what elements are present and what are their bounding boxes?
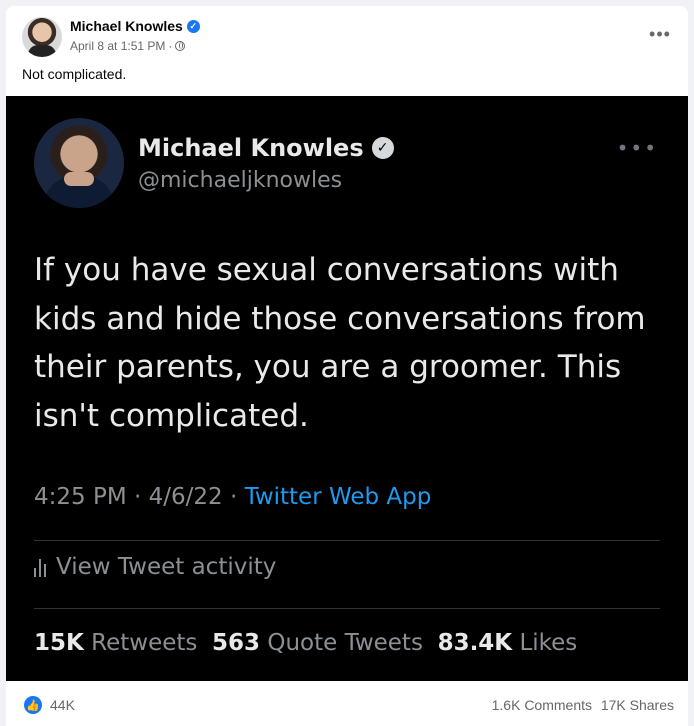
- comments-count[interactable]: 1.6K Comments: [492, 697, 592, 713]
- more-options-button[interactable]: •••: [648, 24, 672, 48]
- tweet-activity-label: View Tweet activity: [56, 554, 277, 580]
- author-avatar[interactable]: [22, 17, 62, 57]
- like-reaction-icon[interactable]: 👍: [24, 696, 42, 714]
- author-name[interactable]: Michael Knowles: [70, 18, 183, 34]
- likes-label: Likes: [519, 630, 578, 656]
- quotes-count: 563: [212, 630, 261, 656]
- post-timestamp[interactable]: April 8 at 1:51 PM: [70, 39, 165, 53]
- post-caption: Not complicated.: [22, 66, 127, 82]
- post-footer: 👍 44K 1.6K Comments 17K Shares: [6, 688, 688, 726]
- tweet-author-name: Michael Knowles: [138, 134, 364, 162]
- tweet-name-row: Michael Knowles ✓: [138, 134, 394, 162]
- shares-count[interactable]: 17K Shares: [601, 697, 674, 713]
- quotes-label: Quote Tweets: [267, 630, 423, 656]
- divider: [34, 540, 660, 541]
- post-header: Michael Knowles ✓ April 8 at 1:51 PM · •…: [6, 6, 688, 66]
- meta-separator: ·: [168, 39, 173, 53]
- tweet-source: Twitter Web App: [244, 484, 432, 510]
- retweets-label: Retweets: [91, 630, 198, 656]
- retweets-count: 15K: [34, 630, 84, 656]
- tweet-time-row: 4:25 PM · 4/6/22 · Twitter Web App: [34, 484, 431, 510]
- tweet-more-icon: •••: [616, 136, 658, 160]
- tweet-verified-icon: ✓: [371, 137, 394, 159]
- activity-bars-icon: [34, 557, 46, 577]
- author-name-row: Michael Knowles ✓: [70, 18, 200, 34]
- tweet-screenshot-image[interactable]: Michael Knowles ✓ @michaeljknowles ••• I…: [6, 96, 688, 681]
- globe-icon: [175, 41, 186, 51]
- tweet-handle: @michaeljknowles: [138, 168, 343, 193]
- verified-icon: ✓: [186, 19, 200, 33]
- tweet-activity-row: View Tweet activity: [34, 554, 276, 580]
- facebook-post: Michael Knowles ✓ April 8 at 1:51 PM · •…: [6, 6, 688, 726]
- likes-count: 83.4K: [437, 630, 513, 656]
- tweet-text: If you have sexual conversations with ki…: [34, 252, 646, 434]
- tweet-stats: 15K Retweets 563 Quote Tweets 83.4K Like…: [34, 630, 577, 656]
- tweet-avatar: [34, 118, 124, 208]
- post-meta: April 8 at 1:51 PM ·: [70, 39, 186, 53]
- reaction-count[interactable]: 44K: [50, 697, 75, 713]
- divider: [34, 608, 660, 609]
- tweet-time: 4:25 PM · 4/6/22 ·: [34, 484, 245, 510]
